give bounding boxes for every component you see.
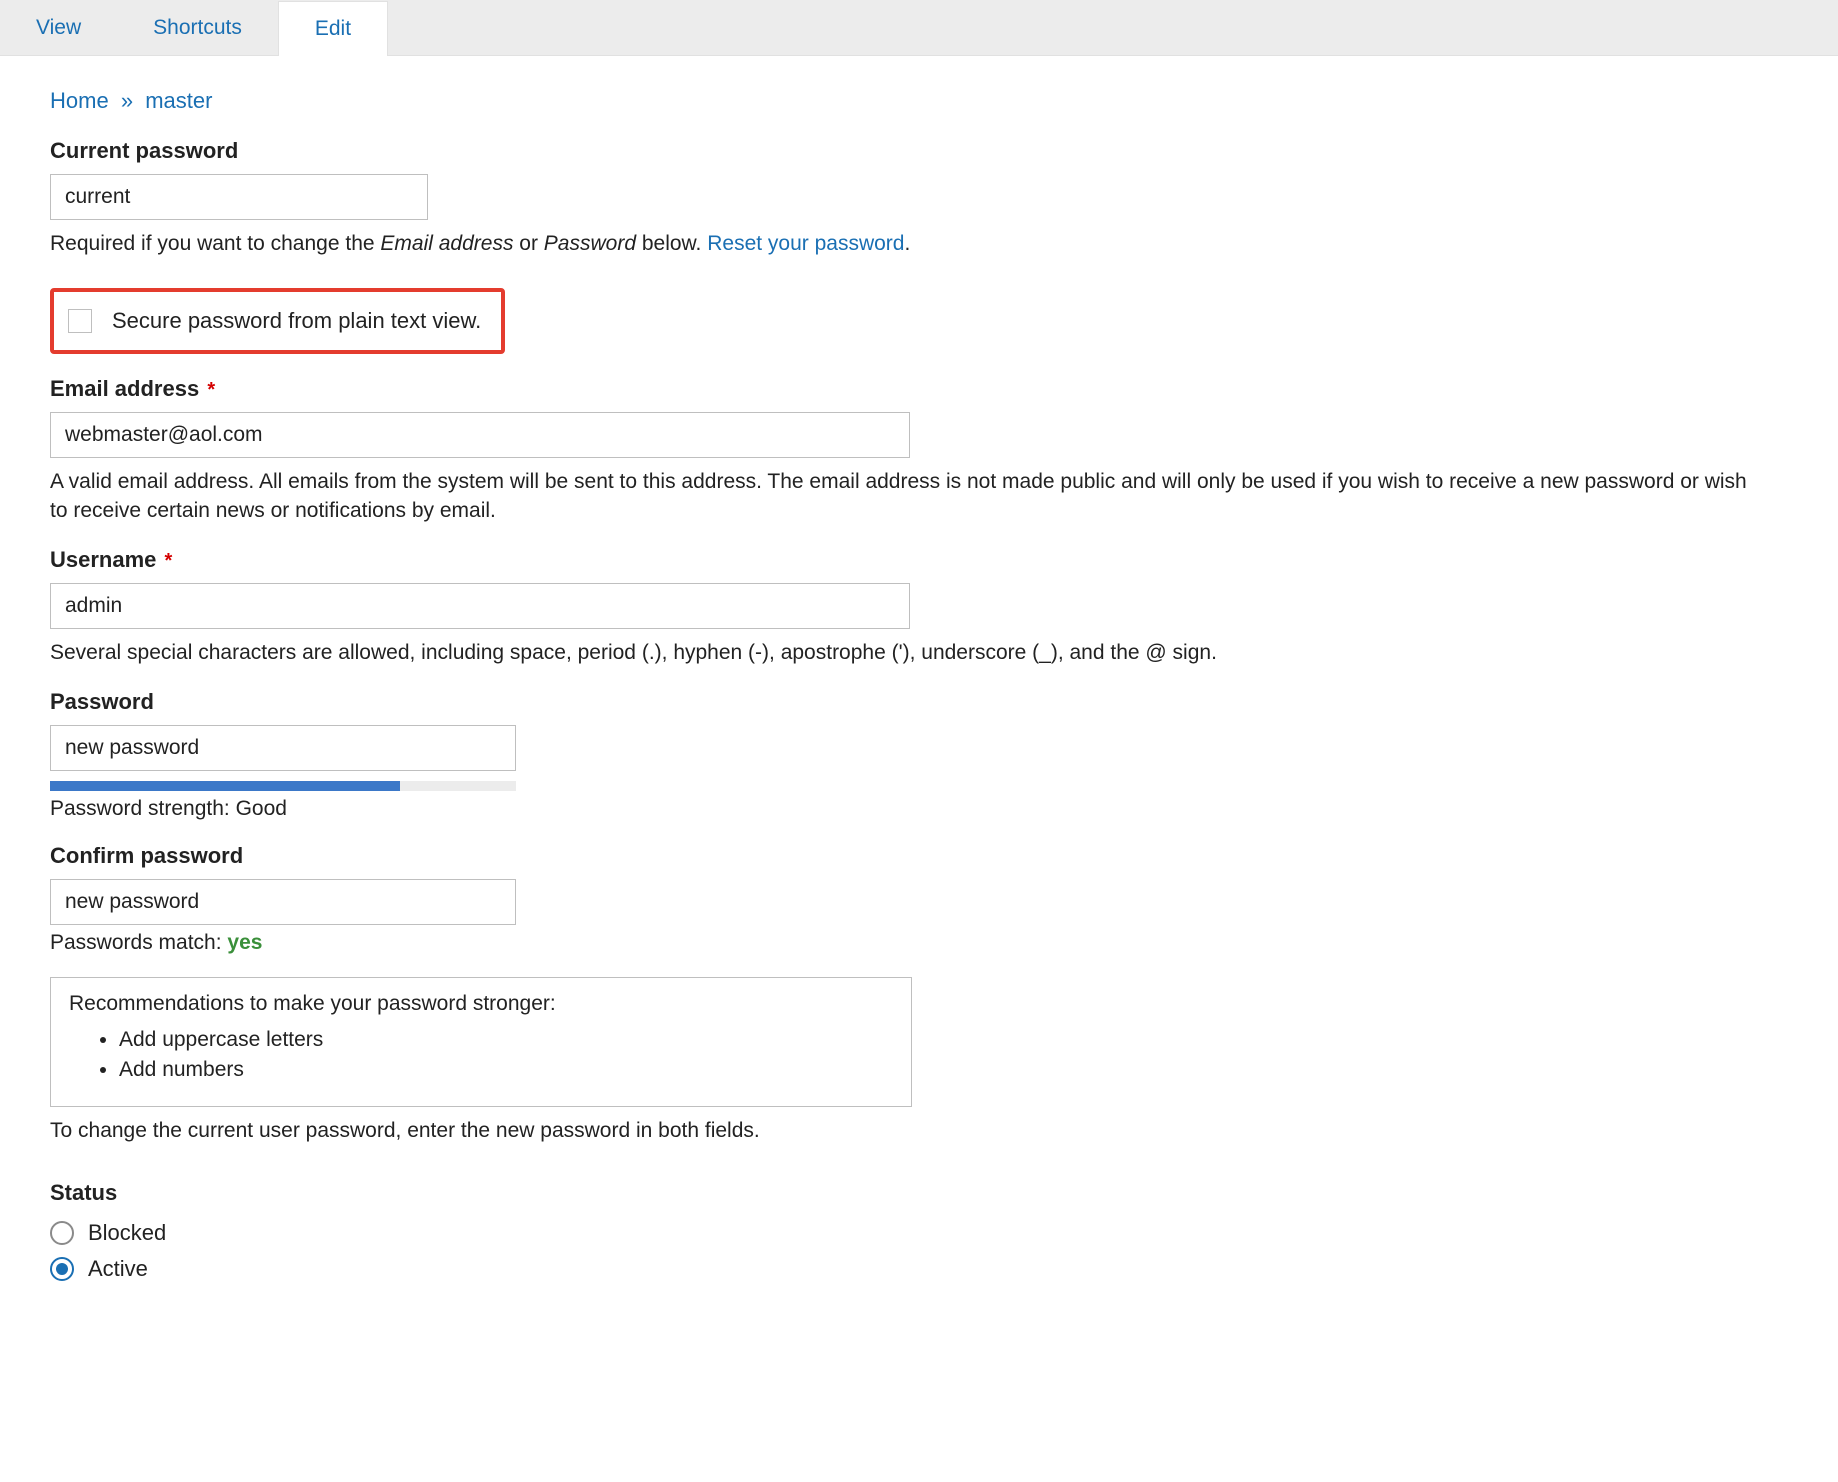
password-strength-label: Password strength: Good <box>50 797 1788 821</box>
confirm-password-input[interactable] <box>50 879 516 925</box>
recommendations-list: Add uppercase letters Add numbers <box>119 1028 893 1082</box>
current-password-label: Current password <box>50 138 1788 164</box>
password-label: Password <box>50 689 1788 715</box>
email-input[interactable] <box>50 412 910 458</box>
breadcrumb-home[interactable]: Home <box>50 88 109 113</box>
required-icon: * <box>207 379 215 401</box>
current-password-help: Required if you want to change the Email… <box>50 230 1770 258</box>
password-strength-fill <box>50 781 400 791</box>
password-strength-prefix: Password strength: <box>50 797 236 820</box>
help-em-email: Email address <box>380 232 513 255</box>
status-radio-active-label[interactable]: Active <box>88 1256 148 1282</box>
username-label-text: Username <box>50 547 156 572</box>
reset-password-link[interactable]: Reset your password <box>707 232 904 255</box>
tab-bar: View Shortcuts Edit <box>0 0 1838 56</box>
help-text-suffix: below. <box>636 232 707 255</box>
secure-password-checkbox[interactable] <box>68 309 92 333</box>
secure-password-highlight: Secure password from plain text view. <box>50 288 505 354</box>
recommendations-title: Recommendations to make your password st… <box>69 992 893 1016</box>
breadcrumb-current[interactable]: master <box>145 88 212 113</box>
username-input[interactable] <box>50 583 910 629</box>
list-item: Add uppercase letters <box>119 1028 893 1052</box>
breadcrumb-sep: » <box>115 88 139 113</box>
status-radio-blocked-label[interactable]: Blocked <box>88 1220 166 1246</box>
breadcrumb: Home » master <box>50 88 1788 114</box>
list-item: Add numbers <box>119 1058 893 1082</box>
email-help: A valid email address. All emails from t… <box>50 468 1770 525</box>
email-label-text: Email address <box>50 376 199 401</box>
email-label: Email address * <box>50 376 1788 402</box>
current-password-input[interactable] <box>50 174 428 220</box>
status-group: Blocked Active <box>50 1220 1788 1282</box>
tab-view[interactable]: View <box>0 0 117 55</box>
status-option-blocked: Blocked <box>50 1220 1788 1246</box>
required-icon: * <box>165 550 173 572</box>
confirm-password-label: Confirm password <box>50 843 1788 869</box>
status-radio-active[interactable] <box>50 1257 74 1281</box>
password-strength-value: Good <box>236 797 287 820</box>
status-radio-blocked[interactable] <box>50 1221 74 1245</box>
password-match-label: Passwords match: yes <box>50 931 1788 955</box>
password-match-value: yes <box>227 931 262 954</box>
help-period: . <box>904 232 910 255</box>
help-em-password: Password <box>544 232 636 255</box>
secure-password-checkbox-label[interactable]: Secure password from plain text view. <box>112 308 481 334</box>
tab-edit[interactable]: Edit <box>278 1 388 56</box>
help-text-mid: or <box>513 232 543 255</box>
password-input[interactable] <box>50 725 516 771</box>
status-label: Status <box>50 1180 1788 1206</box>
password-recommendations: Recommendations to make your password st… <box>50 977 912 1107</box>
password-strength-bar <box>50 781 516 791</box>
content: Home » master Current password Required … <box>0 56 1838 1332</box>
password-footer-help: To change the current user password, ent… <box>50 1117 1770 1145</box>
username-label: Username * <box>50 547 1788 573</box>
password-match-prefix: Passwords match: <box>50 931 227 954</box>
status-option-active: Active <box>50 1256 1788 1282</box>
help-text: Required if you want to change the <box>50 232 380 255</box>
username-help: Several special characters are allowed, … <box>50 639 1770 667</box>
tab-shortcuts[interactable]: Shortcuts <box>117 0 278 55</box>
